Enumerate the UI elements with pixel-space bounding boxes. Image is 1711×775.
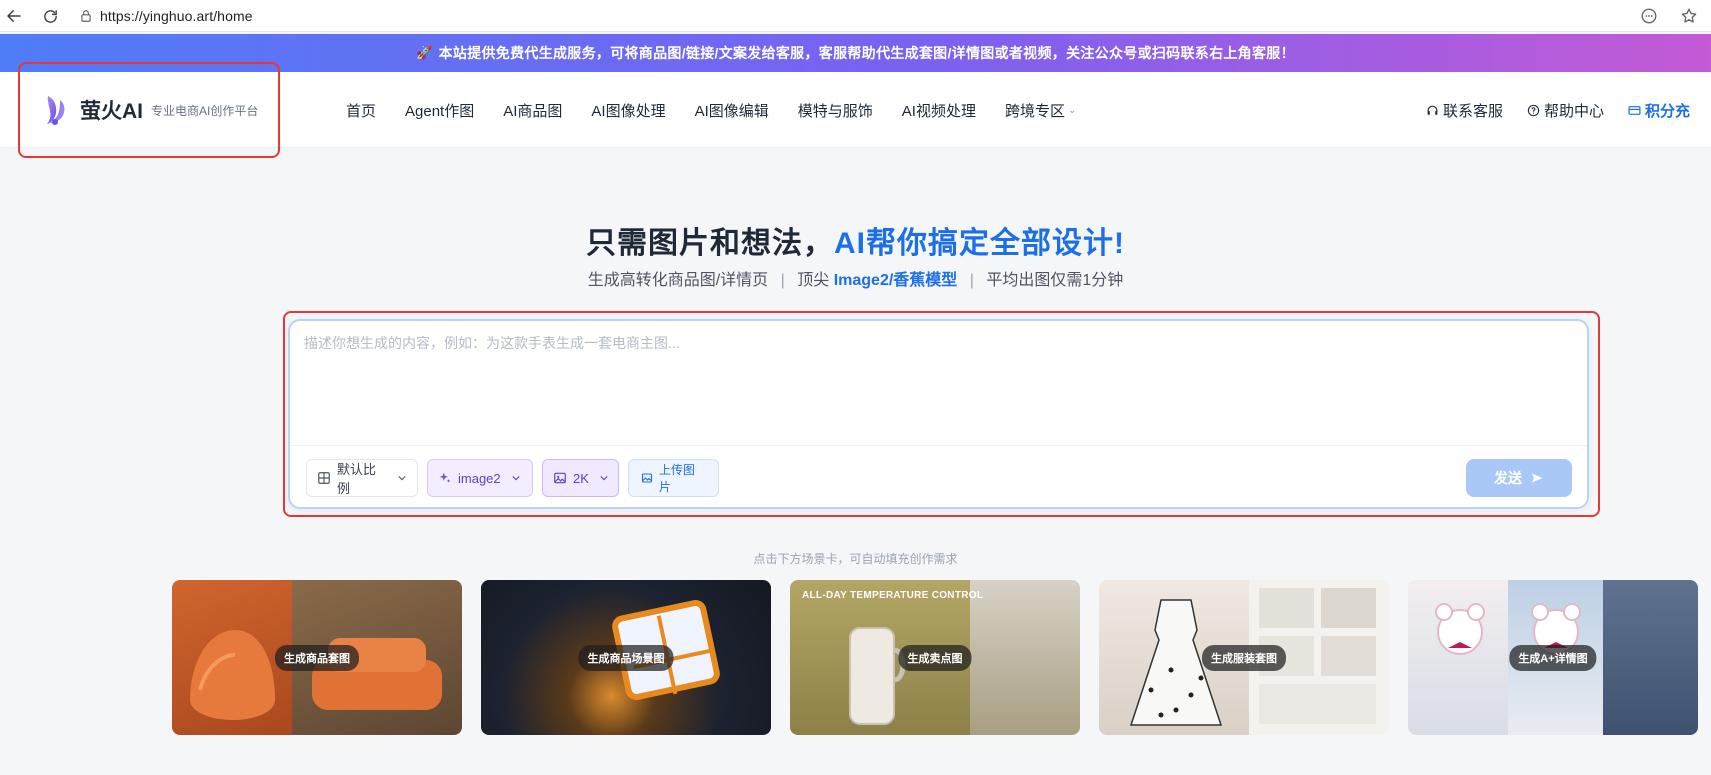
nav-item-ai-image-processing[interactable]: AI图像处理 [591, 100, 665, 121]
scene-card-aplus-detail[interactable]: 生成A+详情图 [1408, 580, 1698, 735]
announcement-banner: 🚀 本站提供免费代生成服务，可将商品图/链接/文案发给客服，客服帮助代生成套图/… [0, 34, 1711, 72]
browser-toolbar: https://yinghuo.art/home [0, 0, 1711, 32]
plush-toy-icon [1435, 603, 1485, 655]
sparkle-icon [438, 471, 452, 485]
scene-card-label: 生成商品套图 [275, 645, 359, 671]
nav-item-ai-product[interactable]: AI商品图 [503, 100, 562, 121]
chevron-down-icon [599, 473, 609, 483]
scene-card-label: 生成卖点图 [898, 645, 972, 671]
scene-card-label: 生成服装套图 [1202, 645, 1286, 671]
upload-image-label: 上传图片 [659, 463, 696, 494]
prompt-composer: 默认比例 image2 2K [288, 319, 1589, 509]
brand-subtitle: 专业电商AI创作平台 [151, 103, 259, 118]
firefly-logo-icon [47, 96, 65, 125]
brand-logo-link[interactable]: 萤火AI 专业电商AI创作平台 [38, 90, 258, 130]
scene-card-selling-points[interactable]: ALL-DAY TEMPERATURE CONTROL 生成卖点图 [790, 580, 1080, 735]
points-recharge-link[interactable]: 积分充 [1628, 100, 1690, 121]
scene-card-label: 生成商品场景图 [578, 645, 674, 671]
grid-icon [317, 471, 331, 485]
scene-cards: 生成商品套图 生成商品场景图 ALL-DAY TEMPERATURE CONTR… [172, 580, 1698, 735]
scene-card-product-scene[interactable]: 生成商品场景图 [481, 580, 771, 735]
hero-title-main: 只需图片和想法， [586, 227, 834, 260]
nav-item-ai-video[interactable]: AI视频处理 [902, 100, 976, 121]
hero-sub-separator: | [969, 272, 974, 289]
beanbag-chair-icon [190, 630, 275, 720]
model-value: image2 [458, 470, 501, 486]
bookmark-star-icon[interactable] [1677, 4, 1701, 28]
resolution-select[interactable]: 2K [542, 459, 619, 497]
hero-sub-feature-2-prefix: 顶尖 [797, 272, 830, 289]
composer-toolbar: 默认比例 image2 2K 上传图片 [306, 459, 719, 497]
hero-sub-feature-3: 平均出图仅需1分钟 [986, 272, 1124, 289]
address-bar[interactable]: https://yinghuo.art/home [70, 3, 1630, 29]
headset-icon [1426, 104, 1439, 117]
scene-hint: 点击下方场景卡，可自动填充创作需求 [753, 552, 958, 566]
rocket-icon: 🚀 [416, 45, 433, 60]
upload-image-button[interactable]: 上传图片 [628, 459, 719, 497]
resolution-value: 2K [573, 470, 589, 486]
url-text[interactable]: https://yinghuo.art/home [100, 8, 253, 24]
composer-divider [290, 445, 1587, 446]
site-info-icon[interactable] [78, 8, 94, 24]
scene-card-product-set[interactable]: 生成商品套图 [172, 580, 462, 735]
chevron-down-icon [397, 473, 407, 483]
brand-name: 萤火AI [80, 100, 143, 123]
hero-subtitle: 生成高转化商品图/详情页 | 顶尖 Image2/香蕉模型 | 平均出图仅需1分… [0, 266, 1711, 290]
nav-item-home[interactable]: 首页 [346, 100, 376, 121]
nav-item-cross-border[interactable]: 跨境专区 ⌄ [1005, 100, 1076, 121]
main-nav: 首页 Agent作图 AI商品图 AI图像处理 AI图像编辑 模特与服饰 AI视… [346, 72, 1076, 148]
tumbler-icon [849, 627, 906, 725]
send-label: 发送 [1494, 470, 1522, 486]
hero-sub-separator: | [780, 272, 785, 289]
extension-icon[interactable] [1637, 4, 1661, 28]
model-select[interactable]: image2 [427, 459, 533, 497]
send-button[interactable]: 发送 [1466, 459, 1572, 497]
hero-sub-feature-2-highlight: Image2/香蕉模型 [833, 272, 958, 289]
nav-item-agent[interactable]: Agent作图 [405, 100, 474, 121]
scene-card-label: 生成A+详情图 [1509, 645, 1597, 671]
header-actions: 联系客服 帮助中心 积分充 [1426, 72, 1690, 148]
prompt-input[interactable] [304, 333, 1574, 437]
aspect-ratio-select[interactable]: 默认比例 [306, 459, 418, 497]
nav-item-ai-image-editing[interactable]: AI图像编辑 [695, 100, 769, 121]
scene-card-apparel-set[interactable]: 生成服装套图 [1099, 580, 1389, 735]
credit-card-icon [1628, 104, 1641, 117]
announcement-text: 本站提供免费代生成服务，可将商品图/链接/文案发给客服，客服帮助代生成套图/详情… [438, 45, 1295, 61]
contact-support-label: 联系客服 [1443, 102, 1504, 120]
help-center-label: 帮助中心 [1544, 102, 1605, 120]
help-circle-icon [1527, 104, 1540, 117]
nav-item-cross-border-label: 跨境专区 [1004, 102, 1065, 120]
card-image-right [1603, 580, 1698, 735]
hero-title-accent: AI帮你搞定全部设计! [834, 227, 1125, 260]
contact-support-link[interactable]: 联系客服 [1426, 100, 1503, 121]
reload-icon[interactable] [38, 4, 62, 28]
points-recharge-label: 积分充 [1645, 102, 1691, 120]
aspect-ratio-value: 默认比例 [337, 462, 377, 496]
send-arrow-icon [1531, 473, 1543, 483]
hero-sub-feature-1: 生成高转化商品图/详情页 [587, 272, 769, 289]
chevron-down-icon [511, 473, 521, 483]
chevron-down-icon: ⌄ [1068, 104, 1077, 116]
card-image-right [970, 580, 1080, 735]
back-arrow-icon[interactable] [2, 4, 26, 28]
scene-card-tagline: ALL-DAY TEMPERATURE CONTROL [802, 590, 984, 601]
hero-title: 只需图片和想法，AI帮你搞定全部设计! [0, 218, 1711, 262]
image-icon [553, 471, 567, 485]
upload-image-icon [641, 472, 653, 484]
nav-item-model-apparel[interactable]: 模特与服饰 [798, 100, 873, 121]
help-center-link[interactable]: 帮助中心 [1527, 100, 1604, 121]
